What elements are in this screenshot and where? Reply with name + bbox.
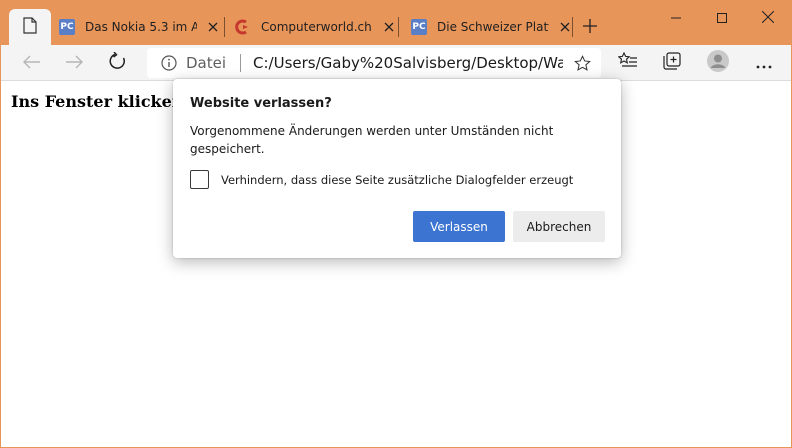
favorites-list-icon	[617, 51, 638, 74]
tab-title: Das Nokia 5.3 im Alltag	[85, 20, 197, 34]
more-icon	[756, 54, 772, 73]
tab-computerworld[interactable]: Computerworld.ch - News	[235, 9, 399, 45]
dialog-message: Vorgenommene Änderungen werden unter Ums…	[190, 124, 554, 156]
document-icon	[23, 16, 37, 38]
plus-icon	[583, 18, 597, 37]
browser-window: PC Das Nokia 5.3 im Alltag Computerworld…	[0, 0, 792, 448]
maximize-button[interactable]	[699, 1, 745, 33]
cw-icon	[235, 19, 251, 35]
cancel-button[interactable]: Abbrechen	[513, 211, 605, 242]
forward-button[interactable]	[59, 49, 89, 77]
favorites-button[interactable]	[613, 49, 643, 77]
collections-button[interactable]	[657, 49, 687, 77]
collections-icon	[663, 52, 681, 74]
new-tab-button[interactable]	[579, 16, 601, 38]
reload-button[interactable]	[103, 49, 133, 77]
close-icon[interactable]	[381, 19, 397, 35]
tab-separator	[224, 17, 225, 37]
dialog-title: Website verlassen?	[190, 96, 332, 111]
address-scheme: Datei	[186, 54, 227, 72]
tab-title: Computerworld.ch - News	[261, 20, 373, 34]
toolbar: Datei C:/Users/Gaby%20Salvisberg/Desktop…	[1, 45, 791, 81]
tab-separator	[572, 17, 573, 37]
leave-button[interactable]: Verlassen	[413, 211, 505, 242]
reload-icon	[109, 51, 127, 74]
info-icon[interactable]	[160, 54, 178, 72]
close-icon	[761, 8, 775, 27]
address-bar[interactable]: Datei C:/Users/Gaby%20Salvisberg/Desktop…	[147, 48, 601, 78]
avatar-icon	[707, 50, 729, 76]
block-dialogs-checkbox[interactable]	[190, 170, 209, 189]
arrow-left-icon	[23, 54, 41, 73]
arrow-right-icon	[65, 54, 83, 73]
back-button[interactable]	[17, 49, 47, 77]
pc-icon: PC	[59, 19, 75, 35]
pc-icon: PC	[411, 19, 427, 35]
close-icon[interactable]	[205, 19, 221, 35]
close-icon[interactable]	[557, 19, 573, 35]
title-bar: PC Das Nokia 5.3 im Alltag Computerworld…	[1, 1, 791, 45]
minimize-icon	[671, 8, 681, 27]
leave-site-dialog: Website verlassen? Vorgenommene Änderung…	[173, 79, 621, 258]
minimize-button[interactable]	[653, 1, 699, 33]
address-url[interactable]: C:/Users/Gaby%20Salvisberg/Desktop/Wa...	[253, 54, 563, 72]
tab-title: Die Schweizer Plattform	[437, 20, 549, 34]
tab-schweizer-plattform[interactable]: PC Die Schweizer Plattform	[411, 9, 573, 45]
tab-separator	[398, 17, 399, 37]
menu-button[interactable]	[749, 49, 779, 77]
profile-button[interactable]	[703, 49, 733, 77]
close-window-button[interactable]	[745, 1, 791, 33]
page-text: Ins Fenster klicken,	[11, 92, 190, 111]
maximize-icon	[717, 8, 727, 27]
address-divider	[240, 54, 242, 72]
star-icon[interactable]	[573, 54, 591, 72]
tab-active[interactable]	[9, 9, 51, 45]
block-dialogs-label[interactable]: Verhindern, dass diese Seite zusätzliche…	[221, 173, 573, 187]
tab-nokia[interactable]: PC Das Nokia 5.3 im Alltag	[59, 9, 225, 45]
